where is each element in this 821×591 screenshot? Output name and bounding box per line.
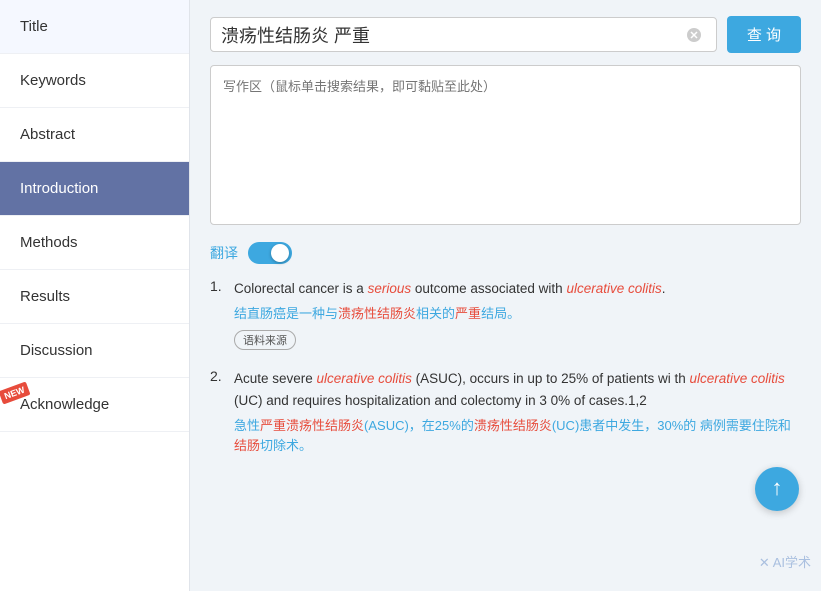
source-tag[interactable]: 语料来源	[234, 330, 296, 350]
sidebar-item-label: Results	[20, 288, 70, 305]
highlighted-zh-term: 结肠	[234, 438, 260, 453]
clear-button[interactable]	[682, 27, 706, 43]
highlighted-zh-term: 溃疡性结肠炎	[338, 306, 416, 321]
highlighted-term: serious	[368, 281, 412, 296]
sidebar-item-methods[interactable]: Methods	[0, 216, 189, 270]
sidebar-item-results[interactable]: Results	[0, 270, 189, 324]
close-icon	[686, 27, 702, 43]
translate-row: 翻译	[210, 242, 801, 264]
search-input[interactable]	[221, 24, 676, 45]
highlighted-zh-term: 严重溃疡性结肠炎	[260, 418, 364, 433]
sidebar-item-label: Introduction	[20, 180, 98, 197]
writing-area[interactable]	[210, 65, 801, 225]
result-zh-text[interactable]: 结直肠癌是一种与溃疡性结肠炎相关的严重结局。	[234, 304, 801, 325]
sidebar-item-label: Title	[20, 18, 48, 35]
search-input-wrap	[210, 17, 717, 52]
sidebar-item-label: Methods	[20, 234, 78, 251]
sidebar-item-title[interactable]: Title	[0, 0, 189, 54]
sidebar: Title Keywords Abstract Introduction Methods…	[0, 0, 190, 591]
scroll-top-button[interactable]: ↑	[755, 467, 799, 511]
highlighted-zh-term: 溃疡性结肠炎	[474, 418, 552, 433]
sidebar-item-acknowledge[interactable]: NEWAcknowledge	[0, 378, 189, 432]
result-en-text[interactable]: Acute severe ulcerative colitis (ASUC), …	[234, 368, 801, 411]
main-content: 查 询 翻译 1. Colorectal cancer is a serious …	[190, 0, 821, 591]
sidebar-item-introduction[interactable]: Introduction	[0, 162, 189, 216]
sidebar-item-abstract[interactable]: Abstract	[0, 108, 189, 162]
result-item-1: 1. Colorectal cancer is a serious outcome…	[210, 278, 801, 350]
result-zh-text[interactable]: 急性严重溃疡性结肠炎(ASUC)，在25%的溃疡性结肠炎(UC)患者中发生，30…	[234, 416, 801, 458]
highlighted-term: ulcerative colitis	[566, 281, 661, 296]
result-number: 2.	[210, 368, 222, 384]
toggle-knob	[271, 244, 289, 262]
result-item-2: 2. Acute severe ulcerative colitis (ASUC)…	[210, 368, 801, 457]
search-bar: 查 询	[210, 16, 801, 53]
result-en-text[interactable]: Colorectal cancer is a serious outcome a…	[234, 278, 801, 300]
translate-label: 翻译	[210, 243, 238, 263]
highlighted-term: ulcerative colitis	[689, 371, 784, 386]
sidebar-item-label: Keywords	[20, 72, 86, 89]
arrow-up-icon: ↑	[772, 477, 783, 499]
sidebar-item-keywords[interactable]: Keywords	[0, 54, 189, 108]
translate-toggle[interactable]	[248, 242, 292, 264]
result-number: 1.	[210, 278, 222, 294]
sidebar-item-label: Discussion	[20, 342, 93, 359]
sidebar-item-label: Abstract	[20, 126, 75, 143]
highlighted-term: ulcerative colitis	[317, 371, 412, 386]
results-list: 1. Colorectal cancer is a serious outcome…	[210, 278, 801, 457]
sidebar-item-label: Acknowledge	[20, 396, 109, 413]
query-button[interactable]: 查 询	[727, 16, 801, 53]
highlighted-zh-term: 严重	[455, 306, 481, 321]
sidebar-item-discussion[interactable]: Discussion	[0, 324, 189, 378]
